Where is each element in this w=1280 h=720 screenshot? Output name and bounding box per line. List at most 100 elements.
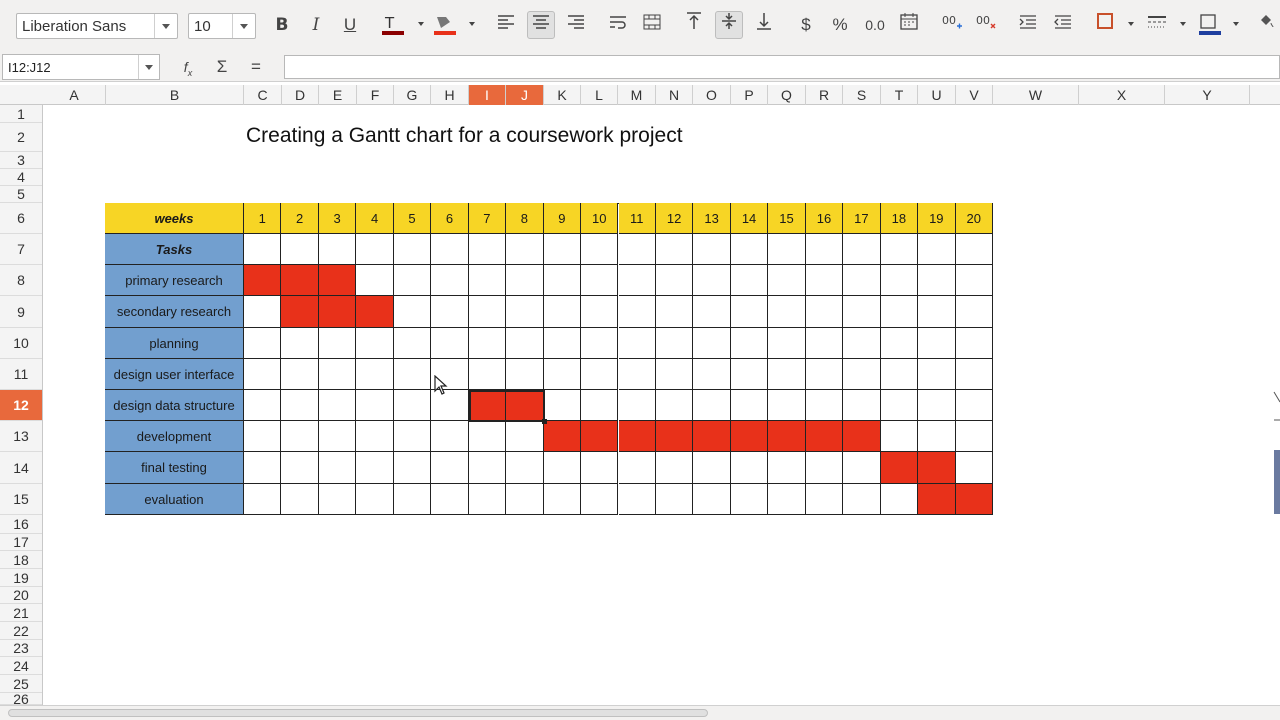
grid-cell[interactable] [468, 484, 507, 515]
week-number-cell[interactable]: 12 [655, 203, 694, 234]
grid-cell[interactable] [655, 296, 694, 328]
grid-cell[interactable] [281, 359, 319, 390]
decrease-indent-button[interactable] [1049, 11, 1077, 39]
grid-cell[interactable] [468, 421, 507, 452]
column-header-f[interactable]: F [357, 85, 394, 105]
font-size-box[interactable]: 10 [188, 13, 256, 39]
grid-cell[interactable] [356, 359, 394, 390]
column-header-a[interactable]: A [43, 85, 106, 105]
grid-cell[interactable] [955, 328, 993, 359]
grid-cell[interactable] [393, 265, 432, 296]
row-header-9[interactable]: 9 [0, 296, 42, 328]
column-header-y[interactable]: Y [1165, 85, 1250, 105]
grid-cell[interactable] [805, 265, 844, 296]
grid-cell[interactable] [805, 484, 844, 515]
week-number-cell[interactable]: 13 [693, 203, 731, 234]
grid-cell[interactable] [618, 359, 656, 390]
row-header-7[interactable]: 7 [0, 234, 42, 265]
grid-cell[interactable] [880, 328, 919, 359]
grid-cell[interactable] [768, 328, 806, 359]
row-header-4[interactable]: 4 [0, 169, 42, 186]
column-header-u[interactable]: U [918, 85, 956, 105]
column-header-t[interactable]: T [881, 85, 918, 105]
highlight-color-button[interactable] [430, 11, 458, 39]
column-header-g[interactable]: G [394, 85, 431, 105]
grid-cell[interactable] [880, 296, 919, 328]
grid-cell[interactable] [843, 484, 881, 515]
grid-cell[interactable] [730, 359, 769, 390]
grid-cell[interactable] [655, 390, 694, 421]
font-size-dropdown-icon[interactable] [232, 14, 255, 38]
grid-cell[interactable] [581, 296, 619, 328]
grid-cell[interactable] [880, 359, 919, 390]
merge-cells-button[interactable] [638, 11, 666, 39]
grid-cell[interactable] [318, 421, 357, 452]
grid-cell[interactable] [805, 296, 844, 328]
grid-cell[interactable] [468, 296, 507, 328]
grid-cell[interactable] [543, 265, 582, 296]
grid-cell[interactable] [431, 265, 469, 296]
row-header-12[interactable]: 12 [0, 390, 42, 421]
borders-dropdown-icon[interactable] [1128, 22, 1134, 26]
grid-cell[interactable] [618, 484, 656, 515]
border-color-dropdown-icon[interactable] [1233, 22, 1239, 26]
grid-cell[interactable] [318, 452, 357, 484]
grid-cell[interactable] [506, 452, 544, 484]
row-header-6[interactable]: 6 [0, 203, 42, 234]
grid-cell[interactable] [543, 296, 582, 328]
column-header-m[interactable]: M [618, 85, 656, 105]
formula-equals-icon[interactable]: = [242, 53, 270, 81]
grid-cell[interactable] [356, 328, 394, 359]
grid-cell[interactable] [618, 452, 656, 484]
gantt-bar-cell[interactable] [843, 421, 881, 452]
grid-cell[interactable] [730, 484, 769, 515]
task-name-cell[interactable]: secondary research [105, 296, 244, 328]
task-name-cell[interactable]: final testing [105, 452, 244, 484]
grid-cell[interactable] [618, 296, 656, 328]
grid-cell[interactable] [768, 359, 806, 390]
grid-cell[interactable] [244, 328, 282, 359]
horizontal-scrollbar[interactable] [0, 705, 1280, 720]
grid-cell[interactable] [393, 421, 432, 452]
column-header-r[interactable]: R [806, 85, 843, 105]
grid-cell[interactable] [506, 359, 544, 390]
week-number-cell[interactable]: 4 [356, 203, 394, 234]
column-header-n[interactable]: N [656, 85, 693, 105]
grid-cell[interactable] [356, 265, 394, 296]
column-header-j[interactable]: J [506, 85, 544, 105]
grid-cell[interactable] [918, 296, 956, 328]
grid-cell[interactable] [843, 234, 881, 265]
week-number-cell[interactable]: 9 [543, 203, 582, 234]
grid-cell[interactable] [768, 296, 806, 328]
grid-cell[interactable] [431, 234, 469, 265]
week-number-cell[interactable]: 2 [281, 203, 319, 234]
grid-cell[interactable] [581, 484, 619, 515]
align-middle-button[interactable] [715, 11, 743, 39]
grid-cell[interactable] [918, 390, 956, 421]
row-header-3[interactable]: 3 [0, 152, 42, 169]
grid-cell[interactable] [880, 265, 919, 296]
border-color-button[interactable] [1195, 11, 1223, 39]
gantt-bar-cell[interactable] [880, 452, 919, 484]
week-number-cell[interactable]: 11 [618, 203, 656, 234]
grid-cell[interactable] [918, 265, 956, 296]
grid-cell[interactable] [281, 390, 319, 421]
grid-cell[interactable] [356, 390, 394, 421]
grid-cell[interactable] [468, 359, 507, 390]
gantt-bar-cell[interactable] [618, 421, 656, 452]
grid-cell[interactable] [393, 234, 432, 265]
increase-indent-button[interactable] [1014, 11, 1042, 39]
grid-cell[interactable] [768, 390, 806, 421]
grid-cell[interactable] [581, 265, 619, 296]
align-right-button[interactable] [562, 11, 590, 39]
grid-cell[interactable] [880, 390, 919, 421]
week-number-cell[interactable]: 15 [768, 203, 806, 234]
grid-cell[interactable] [843, 296, 881, 328]
row-header-15[interactable]: 15 [0, 484, 42, 515]
borders-button[interactable] [1091, 11, 1119, 39]
grid-cell[interactable] [955, 421, 993, 452]
week-number-cell[interactable]: 1 [244, 203, 282, 234]
column-header-s[interactable]: S [843, 85, 881, 105]
week-number-cell[interactable]: 3 [318, 203, 357, 234]
grid-cell[interactable] [506, 296, 544, 328]
